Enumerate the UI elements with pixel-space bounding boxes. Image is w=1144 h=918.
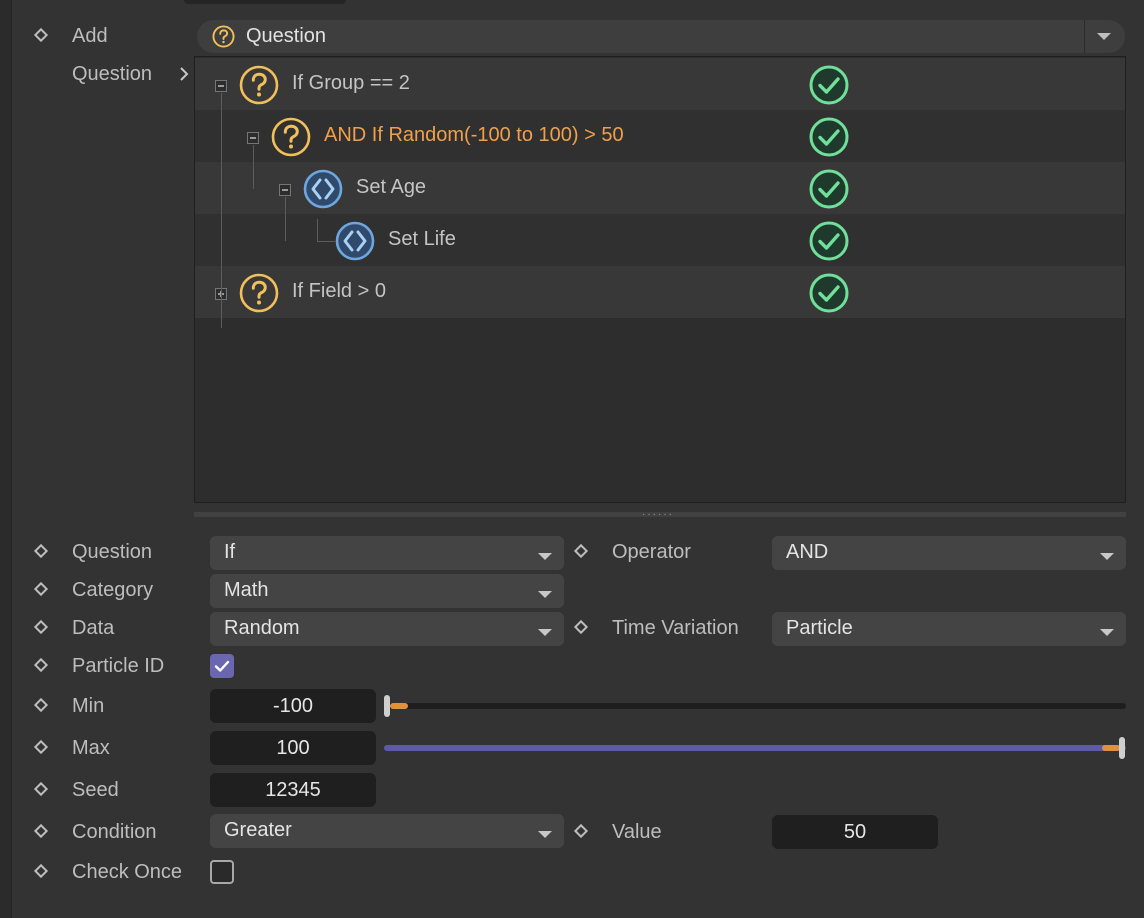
keyframe-diamond-icon[interactable] bbox=[573, 823, 589, 839]
tree-connector bbox=[317, 241, 335, 242]
operator-dropdown[interactable]: AND bbox=[772, 536, 1126, 570]
data-label: Data bbox=[72, 617, 115, 639]
min-slider-fill bbox=[390, 703, 408, 709]
keyframe-diamond-icon[interactable] bbox=[33, 619, 49, 635]
operator-label: Operator bbox=[612, 541, 691, 563]
add-label: Add bbox=[72, 25, 108, 47]
max-slider-handle[interactable] bbox=[1119, 737, 1125, 759]
checkmark-icon bbox=[214, 660, 230, 672]
data-value: Random bbox=[224, 617, 300, 639]
condition-label: Condition bbox=[72, 821, 157, 843]
value-label: Value bbox=[612, 821, 662, 843]
chevron-down-icon bbox=[1100, 629, 1114, 636]
check-circle-icon bbox=[809, 221, 849, 261]
keyframe-diamond-icon[interactable] bbox=[33, 543, 49, 559]
tree-connector bbox=[317, 219, 318, 241]
question-mark-icon bbox=[239, 65, 279, 105]
set-chevrons-icon bbox=[335, 221, 375, 261]
chevron-down-icon bbox=[1100, 553, 1114, 560]
collapse-icon[interactable] bbox=[247, 132, 259, 144]
tree-row-label: AND If Random(-100 to 100) > 50 bbox=[324, 124, 624, 146]
tree-row[interactable]: If Group == 2 bbox=[195, 58, 1125, 110]
grip-dots-icon[interactable]: ······ bbox=[642, 510, 676, 520]
max-field[interactable]: 100 bbox=[210, 731, 376, 765]
chevron-right-icon[interactable] bbox=[178, 66, 190, 82]
check-circle-icon bbox=[809, 169, 849, 209]
tree-connector bbox=[285, 197, 286, 241]
category-value: Math bbox=[224, 579, 269, 601]
chevron-down-icon bbox=[538, 591, 552, 598]
tree-row-label: Set Life bbox=[388, 228, 456, 250]
category-label: Category bbox=[72, 579, 154, 601]
tree-row[interactable]: If Field > 0 bbox=[195, 266, 1125, 318]
keyframe-diamond-icon[interactable] bbox=[33, 781, 49, 797]
top-tab-stub bbox=[184, 0, 346, 4]
time-variation-value: Particle bbox=[786, 617, 853, 639]
dropdown-divider bbox=[1084, 20, 1085, 53]
add-type-dropdown[interactable]: Question bbox=[197, 20, 1125, 53]
seed-label: Seed bbox=[72, 779, 119, 801]
min-slider-handle[interactable] bbox=[384, 695, 390, 717]
collapse-icon[interactable] bbox=[279, 184, 291, 196]
left-panel-edge bbox=[0, 0, 12, 918]
data-dropdown[interactable]: Random bbox=[210, 612, 564, 646]
check-once-checkbox[interactable] bbox=[210, 860, 234, 884]
chevron-down-icon[interactable] bbox=[1097, 33, 1111, 40]
question-value: If bbox=[224, 541, 236, 563]
keyframe-diamond-icon[interactable] bbox=[573, 619, 589, 635]
question-mark-icon bbox=[239, 273, 279, 313]
check-circle-icon bbox=[809, 65, 849, 105]
keyframe-diamond-icon[interactable] bbox=[573, 543, 589, 559]
keyframe-diamond-icon[interactable] bbox=[33, 697, 49, 713]
condition-dropdown[interactable]: Greater bbox=[210, 814, 564, 848]
check-once-label: Check Once bbox=[72, 861, 183, 883]
question-mark-icon bbox=[271, 117, 311, 157]
tree-row[interactable]: Set Age bbox=[195, 162, 1125, 214]
max-slider-fill bbox=[1102, 745, 1120, 751]
question-mark-icon bbox=[212, 25, 235, 48]
keyframe-diamond-icon[interactable] bbox=[33, 739, 49, 755]
question-tree-label: Question bbox=[72, 63, 153, 85]
tree-row-label: If Group == 2 bbox=[292, 72, 410, 94]
tree-row-label: Set Age bbox=[356, 176, 427, 198]
tree-row-label: If Field > 0 bbox=[292, 280, 386, 302]
tree-row[interactable]: Set Life bbox=[195, 214, 1125, 266]
chevron-down-icon bbox=[538, 629, 552, 636]
keyframe-diamond-icon[interactable] bbox=[33, 863, 49, 879]
time-variation-dropdown[interactable]: Particle bbox=[772, 612, 1126, 646]
min-field[interactable]: -100 bbox=[210, 689, 376, 723]
keyframe-diamond-icon[interactable] bbox=[33, 823, 49, 839]
set-chevrons-icon bbox=[303, 169, 343, 209]
operator-value: AND bbox=[786, 541, 829, 563]
chevron-down-icon bbox=[538, 553, 552, 560]
seed-field[interactable]: 12345 bbox=[210, 773, 376, 807]
question-dropdown[interactable]: If bbox=[210, 536, 564, 570]
question-label: Question bbox=[72, 541, 153, 563]
tree-connector bbox=[253, 145, 254, 189]
keyframe-diamond-icon[interactable] bbox=[33, 581, 49, 597]
tree-connector bbox=[221, 93, 222, 328]
min-slider-track[interactable] bbox=[384, 703, 1126, 709]
add-type-value: Question bbox=[246, 25, 327, 47]
check-circle-icon bbox=[809, 117, 849, 157]
collapse-icon[interactable] bbox=[215, 80, 227, 92]
keyframe-diamond-icon[interactable] bbox=[33, 657, 49, 673]
keyframe-diamond-icon[interactable] bbox=[33, 27, 49, 43]
value-field[interactable]: 50 bbox=[772, 815, 938, 849]
particle-id-label: Particle ID bbox=[72, 655, 165, 677]
max-label: Max bbox=[72, 737, 110, 759]
check-circle-icon bbox=[809, 273, 849, 313]
condition-value: Greater bbox=[224, 819, 292, 841]
tree-row[interactable]: AND If Random(-100 to 100) > 50 bbox=[195, 110, 1125, 162]
time-variation-label: Time Variation bbox=[612, 617, 739, 639]
particle-id-checkbox[interactable] bbox=[210, 654, 234, 678]
category-dropdown[interactable]: Math bbox=[210, 574, 564, 608]
chevron-down-icon bbox=[538, 831, 552, 838]
max-slider-track[interactable] bbox=[384, 745, 1126, 751]
min-label: Min bbox=[72, 695, 105, 717]
question-tree[interactable]: If Group == 2 AND If Random(-100 to 100)… bbox=[194, 56, 1126, 503]
